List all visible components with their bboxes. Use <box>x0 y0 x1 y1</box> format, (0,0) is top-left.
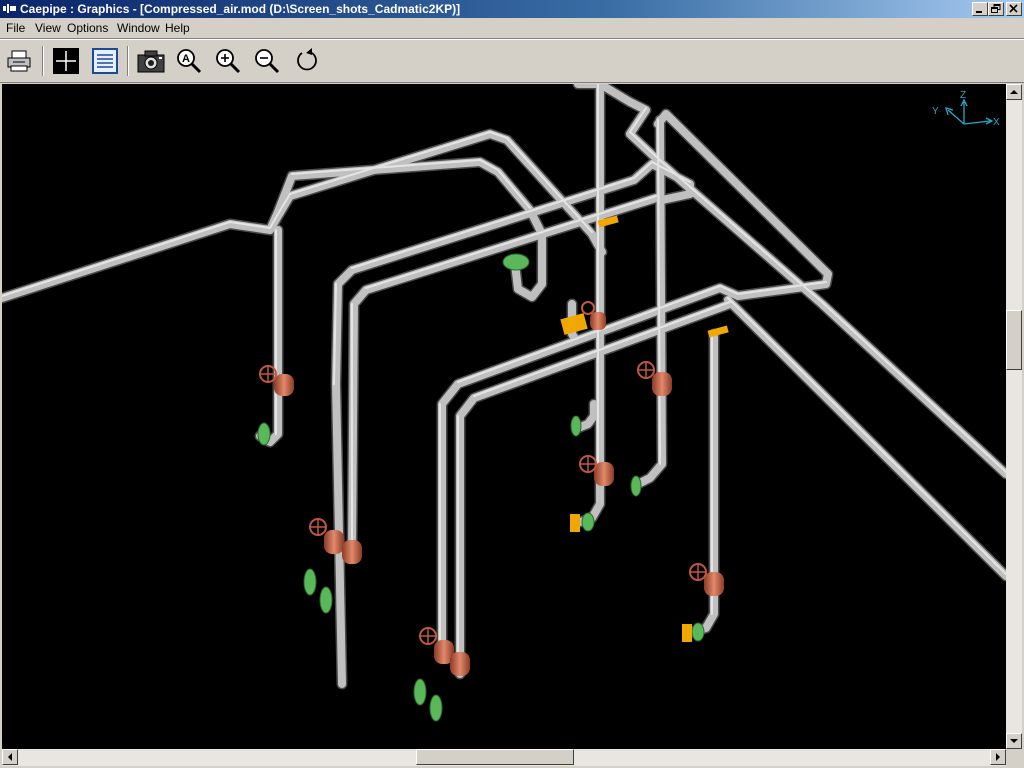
restore-icon <box>991 4 1001 13</box>
pipes <box>2 84 1006 690</box>
flange[interactable] <box>630 475 642 497</box>
flange[interactable] <box>581 512 595 532</box>
support[interactable] <box>682 624 692 642</box>
toolbar-separator <box>42 46 44 76</box>
valves <box>259 301 724 676</box>
menu-file[interactable]: File <box>6 21 25 36</box>
arrow-right-icon <box>996 753 1000 761</box>
flange[interactable] <box>691 622 705 642</box>
crosshair-button[interactable] <box>49 45 83 77</box>
vertical-scrollbar[interactable] <box>1006 84 1022 749</box>
scroll-up-button[interactable] <box>1006 84 1022 100</box>
close-button[interactable] <box>1006 2 1022 16</box>
flange[interactable] <box>429 694 443 722</box>
print-button[interactable] <box>3 45 37 77</box>
flange[interactable] <box>257 422 271 446</box>
axis-triad <box>945 98 994 125</box>
toolbar: A <box>0 40 1024 82</box>
menu-help[interactable]: Help <box>165 21 190 36</box>
scroll-corner <box>1006 749 1022 766</box>
flange[interactable] <box>570 415 582 437</box>
minimize-button[interactable] <box>972 2 988 16</box>
svg-text:A: A <box>182 53 190 65</box>
support[interactable] <box>570 514 580 532</box>
arrow-down-icon <box>1010 739 1018 743</box>
camera-icon <box>137 50 165 73</box>
crosshair-icon <box>53 48 79 74</box>
camera-button[interactable] <box>134 45 168 77</box>
axis-x-label: X <box>993 117 1000 128</box>
support[interactable] <box>560 313 588 335</box>
flange[interactable] <box>413 678 427 706</box>
arrow-up-icon <box>1010 90 1018 94</box>
zoom-in-button[interactable] <box>211 45 245 77</box>
zoom-in-icon <box>216 49 241 74</box>
axis-z-label: Z <box>960 90 966 101</box>
scroll-down-button[interactable] <box>1006 733 1022 749</box>
zoom-auto-button[interactable]: A <box>172 45 206 77</box>
axis-y-label: Y <box>932 106 939 117</box>
print-icon <box>7 50 31 72</box>
title-bar[interactable]: Caepipe : Graphics - [Compressed_air.mod… <box>0 0 1024 18</box>
flange[interactable] <box>303 568 317 596</box>
toolbar-separator-line <box>0 82 1024 83</box>
restore-button[interactable] <box>988 2 1004 16</box>
rotate-icon <box>297 48 317 71</box>
menu-view[interactable]: View <box>35 21 61 36</box>
zoom-out-button[interactable] <box>250 45 284 77</box>
scroll-left-button[interactable] <box>2 749 18 765</box>
menu-window[interactable]: Window <box>117 21 160 36</box>
menu-options[interactable]: Options <box>67 21 108 36</box>
list-button[interactable] <box>88 45 122 77</box>
zoom-out-icon <box>255 49 280 74</box>
scroll-right-button[interactable] <box>990 749 1006 765</box>
rotate-button[interactable] <box>290 45 324 77</box>
graphics-viewport[interactable]: Z Y X <box>2 84 1006 749</box>
piping-model[interactable]: Z Y X <box>2 84 1006 749</box>
flange[interactable] <box>502 253 530 271</box>
list-icon <box>92 48 118 74</box>
menu-bar: File View Options Window Help <box>0 18 1024 38</box>
minimize-icon <box>976 11 982 13</box>
zoom-auto-icon: A <box>177 49 202 74</box>
window-title: Caepipe : Graphics - [Compressed_air.mod… <box>20 2 461 16</box>
flange[interactable] <box>319 586 333 614</box>
arrow-left-icon <box>8 753 12 761</box>
app-icon <box>3 4 16 13</box>
horizontal-scrollbar[interactable] <box>2 749 1006 766</box>
vertical-scroll-thumb[interactable] <box>1006 310 1022 370</box>
close-icon <box>1009 4 1018 13</box>
toolbar-separator <box>127 46 129 76</box>
horizontal-scroll-thumb[interactable] <box>416 749 574 765</box>
